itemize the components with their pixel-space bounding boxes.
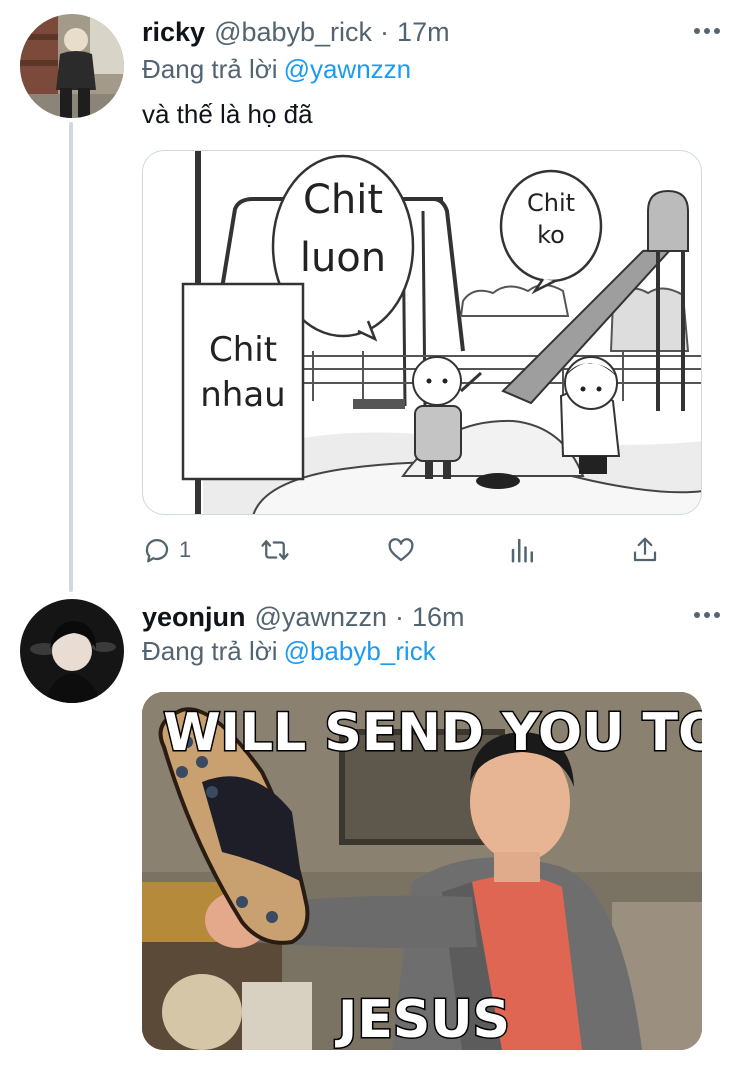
- timestamp[interactable]: 17m: [397, 15, 450, 49]
- display-name[interactable]: yeonjun: [142, 600, 246, 634]
- tweet-text: và thế là họ đã: [142, 99, 313, 129]
- tweet-actions-bar: 1: [142, 528, 662, 572]
- like-icon: [388, 538, 414, 562]
- reply-icon: [145, 539, 169, 563]
- separator-dot: ·: [394, 602, 404, 632]
- reply-count: 1: [179, 537, 192, 562]
- retweet-button[interactable]: [260, 528, 290, 572]
- meme-caption-bottom: JESUS: [335, 990, 510, 1050]
- comic-bubble-big-line1: Chit: [303, 177, 383, 223]
- comic-bubble-big-line2: luon: [300, 235, 386, 281]
- stats-button[interactable]: [508, 528, 538, 572]
- more-icon[interactable]: [694, 612, 720, 620]
- separator-dot: ·: [380, 17, 390, 47]
- tweet-header: yeonjun @yawnzzn · 16m: [142, 600, 465, 634]
- retweet-icon: [261, 540, 289, 560]
- reply-mention-link[interactable]: @yawnzzn: [284, 54, 412, 84]
- tweet-image-comic[interactable]: Chit luon Chit ko Chit nhau: [142, 150, 702, 515]
- reply-button[interactable]: 1: [142, 528, 191, 572]
- comic-sign-line2: nhau: [200, 375, 285, 415]
- comic-sign-line1: Chit: [209, 330, 277, 370]
- replying-to: Đang trả lời @babyb_rick: [142, 634, 436, 668]
- display-name[interactable]: ricky: [142, 15, 205, 49]
- like-button[interactable]: [386, 528, 416, 572]
- tweet-header: ricky @babyb_rick · 17m: [142, 15, 450, 49]
- timestamp[interactable]: 16m: [412, 600, 465, 634]
- reply-mention-link[interactable]: @babyb_rick: [284, 636, 436, 666]
- thread-connector-line: [69, 122, 73, 592]
- avatar-ricky[interactable]: [20, 14, 124, 118]
- replying-prefix: Đang trả lời: [142, 54, 278, 84]
- more-icon[interactable]: [694, 28, 720, 36]
- replying-to: Đang trả lời @yawnzzn: [142, 52, 411, 86]
- comic-bubble-small-line1: Chit: [527, 189, 575, 217]
- stats-icon: [511, 538, 533, 563]
- tweet-image-meme[interactable]: I WILL SEND YOU TO JESUS: [142, 692, 702, 1050]
- meme-caption-top: I WILL SEND YOU TO: [142, 703, 702, 763]
- user-handle[interactable]: @babyb_rick: [214, 15, 372, 49]
- share-icon: [633, 537, 657, 562]
- user-handle[interactable]: @yawnzzn: [255, 600, 387, 634]
- comic-bubble-small-line2: ko: [537, 221, 565, 249]
- share-button[interactable]: [630, 528, 660, 572]
- replying-prefix: Đang trả lời: [142, 636, 278, 666]
- avatar-yeonjun[interactable]: [20, 599, 124, 703]
